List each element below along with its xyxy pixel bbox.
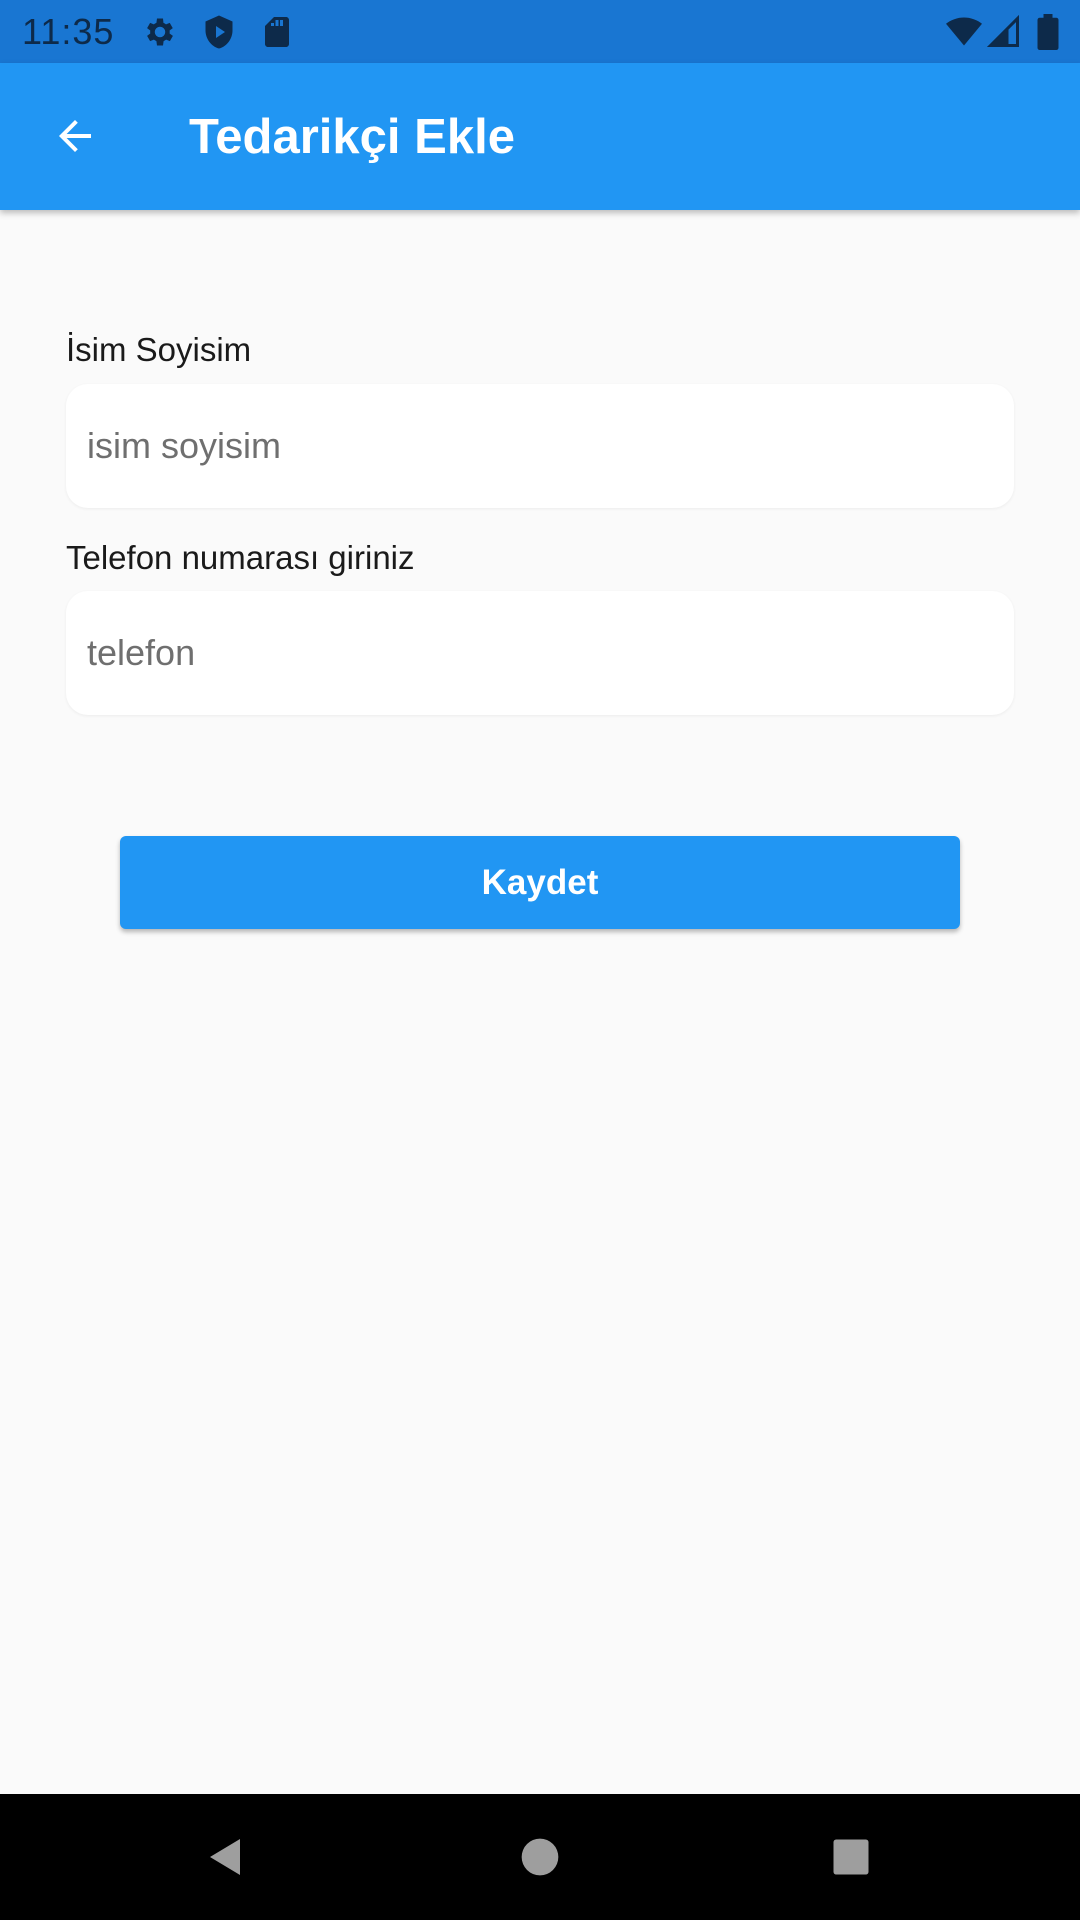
signal-icon (986, 14, 1022, 50)
name-label: İsim Soyisim (66, 331, 252, 368)
battery-icon (1036, 14, 1060, 50)
navigation-bar (0, 1794, 1080, 1920)
screen: 11:35 Tedarikçi Ekle İsim Soyisim isim s… (0, 0, 1080, 1920)
back-button[interactable] (37, 98, 113, 174)
phone-label: Telefon numarası giriniz (66, 539, 415, 576)
nav-home-button[interactable] (507, 1824, 573, 1890)
app-bar: Tedarikçi Ekle (0, 63, 1080, 210)
status-bar: 11:35 (0, 0, 1080, 63)
home-circle-icon (518, 1835, 562, 1879)
shield-play-icon (201, 14, 237, 50)
recents-square-icon (830, 1836, 872, 1878)
page-title: Tedarikçi Ekle (189, 110, 515, 164)
wifi-icon (944, 14, 984, 50)
status-time: 11:35 (22, 11, 115, 52)
sd-card-icon (259, 14, 295, 50)
back-triangle-icon (202, 1833, 250, 1881)
arrow-left-icon (51, 112, 99, 160)
save-button[interactable]: Kaydet (120, 836, 960, 929)
nav-back-button[interactable] (193, 1824, 259, 1890)
settings-icon (142, 14, 178, 50)
name-input[interactable] (66, 384, 1014, 508)
nav-recents-button[interactable] (818, 1824, 884, 1890)
phone-input[interactable] (66, 591, 1014, 715)
